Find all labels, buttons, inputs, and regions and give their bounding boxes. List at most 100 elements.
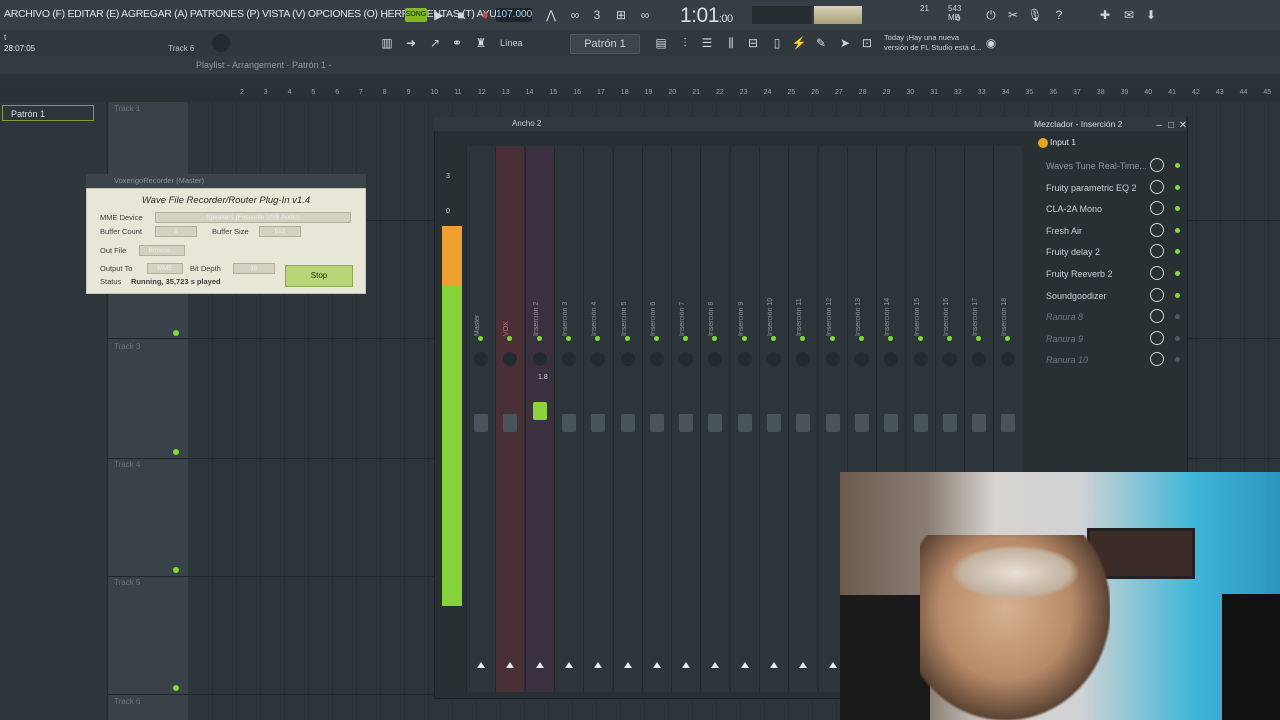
effect-slot[interactable]: Fruity delay 2 <box>1036 242 1184 262</box>
mic-icon[interactable]: 🎙 <box>1026 6 1044 24</box>
stop-button[interactable]: Stop <box>285 265 353 287</box>
effect-slot[interactable]: Waves Tune Real-Time... <box>1036 156 1184 176</box>
pan-knob[interactable] <box>884 352 899 366</box>
send-icon[interactable]: ➤ <box>836 34 854 52</box>
strip-enable-led[interactable] <box>683 336 689 341</box>
mixer-strip[interactable]: Inserción 7 <box>671 146 701 692</box>
route-arrow-icon[interactable] <box>594 662 603 668</box>
strip-enable-led[interactable] <box>536 336 542 341</box>
chat-icon[interactable]: ✉ <box>1120 6 1138 24</box>
pan-knob[interactable] <box>591 352 606 366</box>
pan-knob[interactable] <box>561 352 576 366</box>
pan-knob[interactable] <box>679 352 694 366</box>
mixer-icon[interactable]: ⫼ <box>722 34 740 52</box>
slot-mix-knob[interactable] <box>1150 266 1164 280</box>
volume-fader[interactable] <box>913 414 928 432</box>
strip-enable-led[interactable] <box>771 336 776 341</box>
pan-knob[interactable] <box>503 352 518 366</box>
buffer-count-field[interactable]: 8 <box>155 226 197 237</box>
volume-fader[interactable] <box>708 414 723 432</box>
route-arrow-icon[interactable] <box>623 662 632 668</box>
mixer-strip[interactable]: Inserción 4 <box>583 146 613 692</box>
plug-icon[interactable]: ⚡ <box>790 34 808 52</box>
route-arrow-icon[interactable] <box>682 662 691 668</box>
plugin-window-title[interactable]: VoxengoRecorder (Master) <box>86 174 366 188</box>
route-arrow-icon[interactable] <box>711 662 720 668</box>
track-label[interactable]: Track 6 <box>114 697 140 706</box>
piano-icon[interactable]: ▥ <box>378 34 396 52</box>
countdown-icon[interactable]: 3 <box>588 6 606 24</box>
track-mute-led[interactable] <box>173 330 179 336</box>
record-icon[interactable]: ● <box>476 6 494 24</box>
effect-slot[interactable]: Fruity Reeverb 2 <box>1036 264 1184 284</box>
master-volume-knob[interactable] <box>212 34 230 52</box>
slot-mix-knob[interactable] <box>1150 222 1164 237</box>
buffer-size-field[interactable]: 512 <box>259 226 301 237</box>
pattern-item[interactable]: Patrón 1 <box>2 105 94 121</box>
piano-roll-icon[interactable]: ⫶ <box>676 34 694 52</box>
effect-slot[interactable]: CLA-2A Mono <box>1036 199 1184 219</box>
route-arrow-icon[interactable] <box>828 662 837 668</box>
mixer-strip[interactable]: Inserción 6 <box>641 146 671 692</box>
slot-enable-led[interactable] <box>1175 271 1180 276</box>
tools-icon[interactable]: ✎ <box>812 34 830 52</box>
loop-record-icon[interactable]: ∞ <box>636 6 654 24</box>
slot-mix-knob[interactable] <box>1150 352 1164 367</box>
pan-knob[interactable] <box>649 352 664 366</box>
pan-knob[interactable] <box>767 352 781 366</box>
pan-knob[interactable] <box>532 352 547 366</box>
strip-enable-led[interactable] <box>595 336 601 341</box>
snap-select[interactable]: Línea <box>500 34 560 52</box>
route-arrow-icon[interactable] <box>799 662 808 668</box>
effect-slot[interactable]: Ranura 10 <box>1036 350 1184 370</box>
mixer-preset-name[interactable]: Ancho 2 <box>512 119 541 128</box>
plugin-icon[interactable]: ✚ <box>1096 6 1114 24</box>
arrow-icon[interactable]: ➜ <box>402 34 420 52</box>
slot-mix-knob[interactable] <box>1150 244 1164 259</box>
route-arrow-icon[interactable] <box>477 662 485 668</box>
effect-slot[interactable]: Fresh Air <box>1036 221 1184 241</box>
track-mute-led[interactable] <box>173 685 179 691</box>
slot-enable-led[interactable] <box>1175 184 1180 190</box>
output-to-field[interactable]: MME <box>147 263 183 274</box>
channel-rack-icon[interactable]: ☰ <box>698 34 716 52</box>
stamp-icon[interactable]: ♜ <box>472 34 490 52</box>
slot-mix-knob[interactable] <box>1150 287 1164 302</box>
slot-mix-knob[interactable] <box>1150 179 1164 194</box>
mixer-strip[interactable]: Inserción 5 <box>612 146 642 692</box>
volume-fader[interactable] <box>796 414 811 432</box>
strip-enable-led[interactable] <box>858 336 864 341</box>
pan-knob[interactable] <box>854 352 869 366</box>
pan-knob[interactable] <box>737 352 752 366</box>
strip-enable-led[interactable] <box>624 336 630 341</box>
metronome-icon[interactable]: ⋀ <box>542 6 560 24</box>
volume-fader[interactable] <box>474 414 488 432</box>
track-mute-led[interactable] <box>173 567 179 573</box>
track-label[interactable]: Track 1 <box>114 104 140 113</box>
strip-enable-led[interactable] <box>976 336 982 341</box>
mixer-strip[interactable]: Inserción 9 <box>729 146 759 692</box>
pan-knob[interactable] <box>942 352 957 366</box>
playlist-icon[interactable]: ▤ <box>652 34 670 52</box>
route-arrow-icon[interactable] <box>506 662 515 668</box>
strip-enable-led[interactable] <box>888 336 894 341</box>
route-arrow-icon[interactable] <box>770 662 778 668</box>
pan-knob[interactable] <box>1001 352 1016 366</box>
help-icon[interactable]: ? <box>1050 6 1068 24</box>
globe-icon[interactable]: ◉ <box>982 34 1000 52</box>
strip-enable-led[interactable] <box>946 336 952 341</box>
mixer-strip[interactable]: Inserción 8 <box>700 146 730 692</box>
mixer-strip[interactable]: Inserción 3 <box>553 146 583 692</box>
link-icon[interactable]: ⚭ <box>448 34 466 52</box>
strip-enable-led[interactable] <box>800 336 806 341</box>
volume-fader[interactable] <box>825 414 840 432</box>
slot-enable-led[interactable] <box>1175 206 1180 212</box>
volume-fader[interactable] <box>854 414 869 432</box>
track-label[interactable]: Track 5 <box>114 578 140 587</box>
slot-enable-led[interactable] <box>1175 357 1180 363</box>
strip-enable-led[interactable] <box>653 336 659 341</box>
power-icon[interactable]: ⏻ <box>982 6 1000 24</box>
volume-fader[interactable] <box>737 414 752 432</box>
track-mute-led[interactable] <box>173 449 179 455</box>
volume-fader[interactable] <box>972 414 987 432</box>
